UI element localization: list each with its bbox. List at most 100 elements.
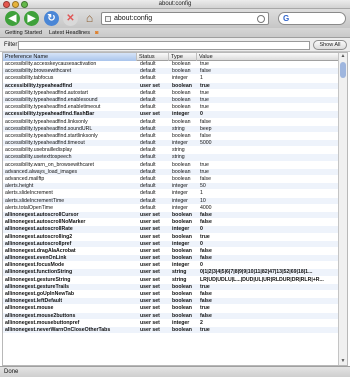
table-row[interactable]: allinonegest.autoscrollNoMarker user set b… xyxy=(3,219,339,227)
table-row[interactable]: accessibility.typeaheadfind.timeout defau… xyxy=(3,140,339,148)
preference-name-cell: accessibility.warn_on_browsewithcaret xyxy=(5,161,94,168)
table-row[interactable]: allinonegest.functionString user set strin… xyxy=(3,269,339,277)
preference-name-cell: accessibility.typeaheadfind xyxy=(5,82,73,89)
table-row[interactable]: allinonegest.dragAlaAcrobat user set boole… xyxy=(3,248,339,256)
value-cell: true xyxy=(200,168,209,175)
table-row[interactable]: accessibility.warn_on_browsewithcaret def… xyxy=(3,162,339,169)
window-title: about:config xyxy=(158,1,192,7)
status-cell: default xyxy=(140,190,156,197)
url-text[interactable]: about:config xyxy=(114,13,152,24)
column-header-status[interactable]: Status xyxy=(137,53,169,61)
preference-name-cell: alerts.slideIncrement xyxy=(5,190,53,197)
navigation-toolbar: ◀ ▶ ↻ ✕ ⌂ about:config G xyxy=(0,9,350,28)
type-cell: boolean xyxy=(172,61,191,67)
table-row[interactable]: advanced.always_load_images default boolea… xyxy=(3,168,339,176)
scroll-up-icon[interactable]: ▲ xyxy=(339,53,347,60)
table-row[interactable]: accessibility.typeaheadfind.enabletimeou… xyxy=(3,104,339,112)
table-row[interactable]: allinonegest.evenOnLink user set boolean fa… xyxy=(3,255,339,263)
type-cell: integer xyxy=(172,75,188,82)
table-row[interactable]: accessibility.usetexttospeech default stri… xyxy=(3,154,339,162)
table-row[interactable]: alerts.totalOpenTime default integer 4000 xyxy=(3,205,339,212)
table-row[interactable]: accessibility.typeaheadfind.soundURL defa… xyxy=(3,125,339,133)
table-row[interactable]: accessibility.tabfocus default integer 1 xyxy=(3,75,339,83)
table-row[interactable]: alerts.height default integer 50 xyxy=(3,183,339,191)
status-cell: user set xyxy=(140,219,160,226)
table-row[interactable]: accessibility.typeaheadfind.flashBar user… xyxy=(3,111,339,119)
status-cell: default xyxy=(140,61,156,67)
table-row[interactable]: accessibility.usebrailledisplay default st… xyxy=(3,147,339,155)
type-cell: boolean xyxy=(172,168,191,175)
table-row[interactable]: allinonegest.mouse2buttons user set boolea… xyxy=(3,312,339,320)
table-row[interactable]: allinonegest.neverWarnOnCloseOtherTabs us… xyxy=(3,326,339,335)
table-row[interactable]: allinonegest.gestureTrails user set boolea… xyxy=(3,283,339,291)
table-row[interactable]: allinonegest.autoscrolling2 user set boole… xyxy=(3,234,339,241)
table-row[interactable]: accessibility.accesskeycausesactivation d… xyxy=(3,61,339,69)
type-cell: boolean xyxy=(172,132,191,139)
column-header-value[interactable]: Value xyxy=(197,53,339,61)
value-cell: false xyxy=(200,211,212,218)
status-cell: user set xyxy=(140,291,160,297)
table-row[interactable]: allinonegest.gestureString user set string… xyxy=(3,277,339,284)
preference-name-cell: allinonegest.gestureString xyxy=(5,276,71,283)
table-row[interactable]: accessibility.browsewithcaret default bool… xyxy=(3,68,339,76)
preference-name-cell: allinonegest.goUpInNewTab xyxy=(5,291,75,297)
value-cell: 2 xyxy=(200,319,203,326)
vertical-scrollbar[interactable]: ▲ ▼ xyxy=(338,53,347,365)
url-bar[interactable]: about:config xyxy=(101,12,269,25)
table-row[interactable]: allinonegest.focusMode user set integer 0 xyxy=(3,262,339,270)
table-row[interactable]: allinonegest.autoscrollCursor user set boo… xyxy=(3,211,339,220)
preference-name-cell: allinonegest.autoscrolling2 xyxy=(5,233,73,240)
table-row[interactable]: allinonegest.mouse user set boolean true xyxy=(3,305,339,313)
table-row[interactable]: accessibility.typeaheadfind.autostart def… xyxy=(3,90,339,97)
value-cell: 5000 xyxy=(200,140,212,147)
type-cell: boolean xyxy=(172,118,191,125)
value-cell: 0 xyxy=(200,240,203,247)
status-cell: default xyxy=(140,161,156,168)
status-cell: user set xyxy=(140,276,160,283)
status-cell: default xyxy=(140,183,156,190)
status-cell: default xyxy=(140,168,156,175)
table-row[interactable]: allinonegest.goUpInNewTab user set boolean… xyxy=(3,291,339,299)
table-row[interactable]: accessibility.typeaheadfind.enablesound d… xyxy=(3,96,339,105)
back-arrow-icon[interactable]: ◀ xyxy=(5,11,20,26)
value-cell: false xyxy=(200,176,211,182)
table-row[interactable]: allinonegest.autoscrollRate user set integ… xyxy=(3,226,339,234)
value-cell: false xyxy=(200,68,211,75)
value-cell: false xyxy=(200,255,212,262)
table-row[interactable]: allinonegest.leftDefault user set boolean f… xyxy=(3,298,339,306)
type-cell: boolean xyxy=(172,161,191,168)
show-all-button[interactable]: Show All xyxy=(313,40,347,50)
status-cell: default xyxy=(140,132,156,139)
table-row[interactable]: accessibility.typeaheadfind.linksonly def… xyxy=(3,119,339,126)
bookmark-latest-headlines[interactable]: Latest Headlines xyxy=(49,28,90,38)
table-row[interactable]: allinonegest.autoscrollpref user set integ… xyxy=(3,240,339,248)
preference-name-cell: allinonegest.neverWarnOnCloseOtherTabs xyxy=(5,326,111,333)
scroll-down-icon[interactable]: ▼ xyxy=(339,358,347,365)
filter-input[interactable] xyxy=(18,41,310,50)
table-row[interactable]: advanced.mailftp default boolean false xyxy=(3,176,339,184)
forward-arrow-icon[interactable]: ▶ xyxy=(24,11,39,26)
table-row[interactable]: alerts.slideIncrement default integer 1 xyxy=(3,190,339,198)
status-cell: default xyxy=(140,140,156,147)
table-row[interactable]: accessibility.typeaheadfind.startlinkson… xyxy=(3,132,339,141)
column-header-type[interactable]: Type xyxy=(169,53,197,61)
preference-name-cell: alerts.height xyxy=(5,183,34,190)
table-header: Preference Name Status Type Value xyxy=(3,53,339,61)
preferences-table: Preference Name Status Type Value access… xyxy=(2,52,348,366)
stop-icon[interactable]: ✕ xyxy=(63,11,78,26)
reload-icon[interactable]: ↻ xyxy=(44,11,59,26)
table-row[interactable]: alerts.slideIncrementTime default integer 1… xyxy=(3,197,339,205)
preference-name-cell: advanced.mailftp xyxy=(5,176,45,182)
scrollbar-thumb[interactable] xyxy=(340,62,346,78)
status-cell: default xyxy=(140,75,156,82)
search-engine-icon[interactable]: G xyxy=(283,13,289,24)
preference-name-cell: allinonegest.mousebuttonpref xyxy=(5,319,80,326)
search-input[interactable]: G xyxy=(278,12,346,25)
table-row[interactable]: allinonegest.mousebuttonpref user set inte… xyxy=(3,320,339,327)
bookmark-getting-started[interactable]: Getting Started xyxy=(5,28,42,38)
home-icon[interactable]: ⌂ xyxy=(82,11,97,26)
table-row[interactable]: accessibility.typeaheadfind user set boole… xyxy=(3,82,339,90)
column-header-preference-name[interactable]: Preference Name xyxy=(3,53,137,61)
go-icon[interactable] xyxy=(257,15,265,23)
value-cell: 0 xyxy=(200,111,203,118)
